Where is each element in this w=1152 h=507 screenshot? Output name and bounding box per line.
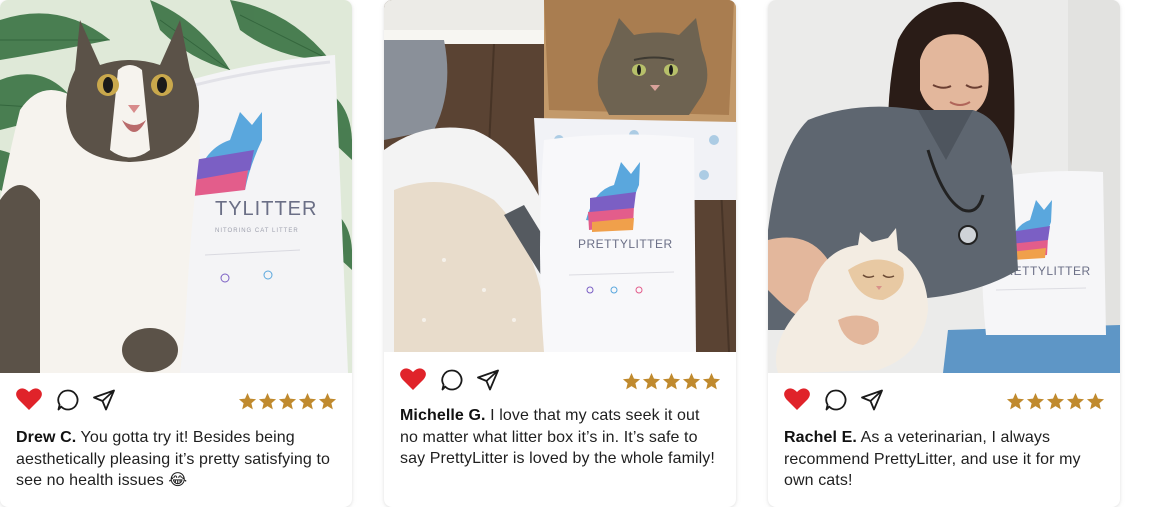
comment-icon[interactable] (56, 388, 80, 417)
review-text: Michelle G. I love that my cats seek it … (400, 405, 720, 470)
send-icon[interactable] (476, 368, 500, 397)
veterinarian-with-cat-photo: PRETTYLITTER (768, 0, 1120, 373)
reviewer-name: Michelle G. (400, 407, 486, 424)
star-icon (1046, 392, 1065, 410)
heart-icon[interactable] (399, 366, 427, 397)
review-card: PRETTYLITTER Rachel E. As a veterinarian… (768, 0, 1120, 507)
heart-icon[interactable] (15, 386, 43, 417)
post-actions (384, 366, 736, 406)
cat-with-prettylitter-bag-photo: TYLITTER NITORING CAT LITTER (0, 0, 352, 373)
star-rating (1006, 392, 1105, 411)
reviewer-name: Drew C. (16, 429, 77, 446)
bag-brand-text: TYLITTER (215, 198, 317, 220)
cat-in-box-with-prettylitter-bag-photo: PRETTYLITTER (384, 0, 736, 352)
star-icon (622, 372, 641, 390)
star-icon (1006, 392, 1025, 410)
heart-icon[interactable] (783, 386, 811, 417)
star-icon (682, 372, 701, 390)
reviewer-name: Rachel E. (784, 429, 857, 446)
bag-brand-text: PRETTYLITTER (578, 237, 673, 251)
send-icon[interactable] (92, 388, 116, 417)
star-icon (238, 392, 257, 410)
star-icon (1086, 392, 1105, 410)
star-icon (642, 372, 661, 390)
star-icon (702, 372, 721, 390)
review-text: Rachel E. As a veterinarian, I always re… (784, 427, 1104, 492)
send-icon[interactable] (860, 388, 884, 417)
svg-text:NITORING CAT LITTER: NITORING CAT LITTER (215, 228, 299, 234)
star-rating (238, 392, 337, 411)
star-rating (622, 372, 721, 391)
star-icon (662, 372, 681, 390)
star-icon (298, 392, 317, 410)
star-icon (1066, 392, 1085, 410)
comment-icon[interactable] (440, 368, 464, 397)
star-icon (318, 392, 337, 410)
star-icon (258, 392, 277, 410)
review-card: PRETTYLITTER Michelle G. I love that my … (384, 0, 736, 507)
post-actions (768, 386, 1120, 426)
review-text: Drew C. You gotta try it! Besides being … (16, 427, 336, 492)
review-card: TYLITTER NITORING CAT LITTER Drew C. You… (0, 0, 352, 507)
post-actions (0, 386, 352, 426)
comment-icon[interactable] (824, 388, 848, 417)
star-icon (1026, 392, 1045, 410)
star-icon (278, 392, 297, 410)
